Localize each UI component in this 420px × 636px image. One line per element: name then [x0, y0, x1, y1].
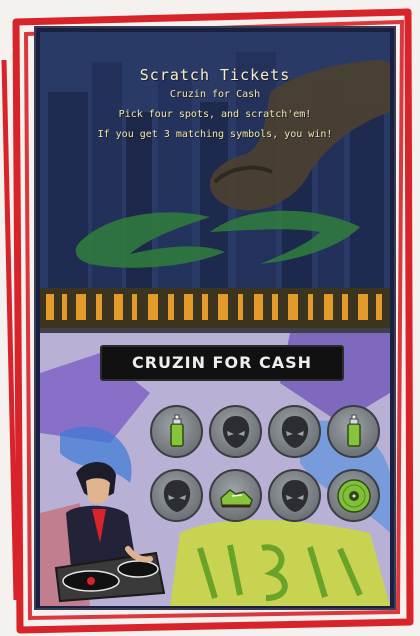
- scratch-spot-2[interactable]: [209, 405, 262, 458]
- vinyl-record-icon: [336, 478, 371, 513]
- scratch-spot-1[interactable]: [150, 405, 203, 458]
- ticket-name: Cruzin for Cash: [169, 89, 261, 100]
- scratch-spot-3[interactable]: [268, 405, 321, 458]
- alien-head-icon: [281, 415, 308, 448]
- ticket-banner: CRUZIN FOR CASH: [100, 345, 344, 381]
- spray-can-icon: [346, 414, 361, 447]
- scratch-spot-7[interactable]: [268, 469, 321, 522]
- ds-screens: Scratch Tickets Cruzin for Cash Pick fou…: [34, 26, 396, 610]
- instruction-line-2: If you get 3 matching symbols, you win!: [97, 129, 333, 140]
- scratch-row-1: [150, 405, 380, 458]
- scratch-spot-6[interactable]: [209, 469, 262, 522]
- alien-head-icon: [222, 415, 249, 448]
- game-title: Scratch Tickets: [139, 66, 291, 84]
- alien-head-icon: [281, 479, 308, 512]
- instruction-line-1: Pick four spots, and scratch'em!: [118, 109, 312, 120]
- top-text-block: Scratch Tickets Cruzin for Cash Pick fou…: [40, 66, 390, 140]
- top-screen: Scratch Tickets Cruzin for Cash Pick fou…: [40, 32, 390, 328]
- bottom-screen: CRUZIN FOR CASH: [40, 333, 390, 606]
- spray-can-icon: [169, 414, 184, 447]
- scratch-spot-4[interactable]: [327, 405, 380, 458]
- scratch-row-2: [150, 469, 380, 522]
- dj-character: [54, 461, 166, 603]
- sneaker-icon: [219, 488, 253, 507]
- scratch-spot-8[interactable]: [327, 469, 380, 522]
